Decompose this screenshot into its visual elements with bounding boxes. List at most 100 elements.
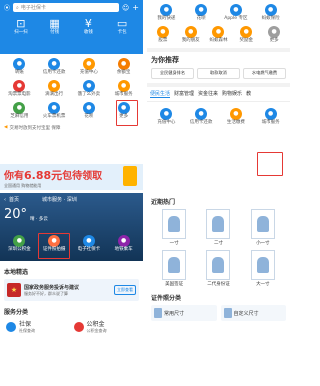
city-service-panel: ‹ 首页 城市服务 · 深圳 20° 晴 · 多云 ● 深圳公积金 ● 证件照拍摄 ● 电… xyxy=(0,193,143,386)
app-button-5-icon: ● xyxy=(48,79,61,92)
app-button-8[interactable]: ● 芝麻信用 xyxy=(2,101,37,120)
apps-row1-button-0[interactable]: ● 我的快递 xyxy=(149,4,184,22)
tab-1[interactable]: 财富管理 xyxy=(174,90,194,98)
apps-row2-button-4-icon: ● xyxy=(268,25,281,38)
contacts-icon[interactable]: ☺ xyxy=(122,4,129,12)
add-icon[interactable]: + xyxy=(132,3,139,12)
photo-size-item-1[interactable]: 二寸 xyxy=(199,209,237,246)
recommend-item-2[interactable]: 水电燃气缴费 xyxy=(243,67,286,79)
back-icon[interactable]: ‹ xyxy=(4,197,6,203)
apps-row-2: ● 股票 ● 我的朋友 ● 蚂蚁森林 ● 奖励金 ● 更多 xyxy=(147,24,290,46)
service-button-3[interactable]: ● 城市服务 xyxy=(253,107,288,126)
photo-size-item-4[interactable]: 二代身份证 xyxy=(199,250,237,287)
feature-button-3-icon: ● xyxy=(117,235,130,247)
category-item-0[interactable]: 社保 社保查询 xyxy=(6,319,70,334)
service-button-1[interactable]: ● 信用卡还款 xyxy=(184,107,219,126)
search-placeholder: 电子社保卡 xyxy=(20,5,46,11)
feature-button-2[interactable]: ● 电子社保卡 xyxy=(72,235,107,253)
photo-size-item-5[interactable]: 大一寸 xyxy=(244,250,282,287)
promo-banner[interactable]: 你有6.88元包待领取 全国通用 购物就能用 xyxy=(0,164,143,190)
banner-view-button[interactable]: 立即查看 xyxy=(114,285,136,295)
apps-row2-button-1-icon: ● xyxy=(184,25,197,38)
common-size-card[interactable]: 常用尺寸 xyxy=(151,305,217,321)
app-button-9[interactable]: ● 火车票机票 xyxy=(37,101,72,120)
apps-row2-button-4[interactable]: ● 更多 xyxy=(260,25,288,44)
apps-row1-button-1[interactable]: ● 花呗 xyxy=(184,4,219,22)
app-button-2[interactable]: ● 充值中心 xyxy=(72,58,107,76)
photo-frame xyxy=(206,209,231,239)
apps-row2-button-3[interactable]: ● 奖励金 xyxy=(232,25,260,44)
service-button-3-icon: ● xyxy=(264,107,277,120)
tab-2[interactable]: 资金往来 xyxy=(198,90,218,98)
location-icon[interactable]: ⦿ xyxy=(4,3,10,12)
feature-button-0[interactable]: ● 深圳公积金 xyxy=(2,235,37,253)
search-icon: ⌕ xyxy=(16,4,19,11)
tab-0[interactable]: 便民生活 xyxy=(150,90,171,98)
app-button-7[interactable]: ● 城市服务 xyxy=(106,79,141,98)
city-header: ‹ 首页 城市服务 · 深圳 20° 晴 · 多云 ● 深圳公积金 ● 证件照拍摄 ● 电… xyxy=(0,193,143,261)
photo-size-item-0[interactable]: 一寸 xyxy=(155,209,193,246)
app-button-7-icon: ● xyxy=(117,79,130,92)
hot-title: 近期热门 xyxy=(151,199,176,206)
app-button-0[interactable]: ● 转账 xyxy=(2,58,37,76)
apps-row1-button-2[interactable]: ● Apple 专区 xyxy=(219,4,254,22)
photo-size-item-2[interactable]: 小一寸 xyxy=(244,209,282,246)
service-button-0-icon: ● xyxy=(160,107,173,120)
home-header: ⦿ ⌕ 电子社保卡 ☺ + ⊡ 扫一扫 ▦ 付钱 ¥ 收钱 ▭ 卡包 xyxy=(0,0,143,54)
feature-button-0-icon: ● xyxy=(13,235,26,247)
scan-icon: ⊡ xyxy=(16,17,26,30)
service-button-2[interactable]: ● 生活缴费 xyxy=(219,107,254,126)
photo-size-item-3[interactable]: 美国签证 xyxy=(155,250,193,287)
feature-button-3[interactable]: ● 地铁乘车 xyxy=(106,235,141,253)
feature-grid: ● 深圳公积金 ● 证件照拍摄 ● 电子社保卡 ● 地铁乘车 xyxy=(2,235,141,253)
person-icon xyxy=(256,257,269,273)
pay-icon: ▦ xyxy=(49,17,60,30)
app-button-6[interactable]: ● 饿了么外卖 xyxy=(72,79,107,98)
receive-icon: ¥ xyxy=(84,17,92,30)
custom-size-card[interactable]: 自定义尺寸 xyxy=(220,305,286,321)
alipay-home-panel: ⦿ ⌕ 电子社保卡 ☺ + ⊡ 扫一扫 ▦ 付钱 ¥ 收钱 ▭ 卡包 ● 转账 ● 信用卡还款… xyxy=(0,0,143,190)
app-button-1[interactable]: ● 信用卡还款 xyxy=(37,58,72,76)
speaker-icon: ◀ xyxy=(4,125,8,131)
apps-row2-button-0-icon: ● xyxy=(156,25,169,38)
recommend-item-1[interactable]: 取款取消 xyxy=(197,67,240,79)
pay-button[interactable]: ▦ 付钱 xyxy=(38,17,72,36)
photo-frame xyxy=(162,250,187,280)
app-button-3-icon: ● xyxy=(117,58,130,70)
card-button[interactable]: ▭ 卡包 xyxy=(105,17,139,36)
local-section-title: 本地精选 xyxy=(4,269,29,276)
apps-row-1: ● 我的快递 ● 花呗 ● Apple 专区 ● 蚂蚁保险 xyxy=(147,0,290,24)
app-button-2-icon: ● xyxy=(82,58,95,70)
scan-button[interactable]: ⊡ 扫一扫 xyxy=(4,17,38,36)
apps-row2-button-2[interactable]: ● 蚂蚁森林 xyxy=(205,25,233,44)
receive-button[interactable]: ¥ 收钱 xyxy=(72,17,106,36)
apps-row1-button-3[interactable]: ● 蚂蚁保险 xyxy=(253,4,288,22)
photo-icon xyxy=(223,308,232,318)
app-button-5[interactable]: ● 滴滴出行 xyxy=(37,79,72,98)
category-grid: 社保 社保查询 公积金 公积金查询 xyxy=(0,319,143,334)
app-button-3[interactable]: ● 余额宝 xyxy=(106,58,141,76)
temperature: 20° xyxy=(4,207,28,222)
apps-row2-button-0[interactable]: ● 股票 xyxy=(149,25,177,44)
tab-3[interactable]: 购物娱乐 xyxy=(222,90,242,98)
search-input[interactable]: ⌕ 电子社保卡 xyxy=(13,3,119,12)
gov-banner[interactable]: ★ 国家政务服务投诉与建议 服务好不好，群众说了算 立即查看 xyxy=(4,279,139,301)
app-button-9-icon: ● xyxy=(48,101,61,114)
apps-row2-button-1[interactable]: ● 我的朋友 xyxy=(177,25,205,44)
photo-frame xyxy=(162,209,187,239)
id-photo-panel: 近期热门 一寸 二寸 小一寸美国签证 二代身份证 大一寸 证件照分类 常用尺寸 自定义尺… xyxy=(147,193,290,386)
category-item-1[interactable]: 公积金 公积金查询 xyxy=(73,319,138,334)
person-icon xyxy=(168,216,181,232)
app-button-4[interactable]: ● 淘票票电影 xyxy=(2,79,37,98)
app-button-10[interactable]: ● 花呗 xyxy=(72,101,107,120)
apps-row2-button-3-icon: ● xyxy=(240,25,253,38)
recommend-item-0[interactable]: 全民健身排名 xyxy=(151,67,194,79)
app-button-0-icon: ● xyxy=(13,58,26,70)
app-button-10-icon: ● xyxy=(82,101,95,114)
more-apps-panel: ● 我的快递 ● 花呗 ● Apple 专区 ● 蚂蚁保险 ● 股票 ● 我的朋友 ● 蚂蚁森林 ● 奖励金… xyxy=(147,0,290,190)
service-button-0[interactable]: ● 充值中心 xyxy=(149,107,184,126)
cert-category-title: 证件照分类 xyxy=(151,295,182,302)
apps-row1-button-1-icon: ● xyxy=(195,4,208,16)
tab-4[interactable]: 教 xyxy=(246,90,251,98)
highlight-more xyxy=(116,100,138,126)
